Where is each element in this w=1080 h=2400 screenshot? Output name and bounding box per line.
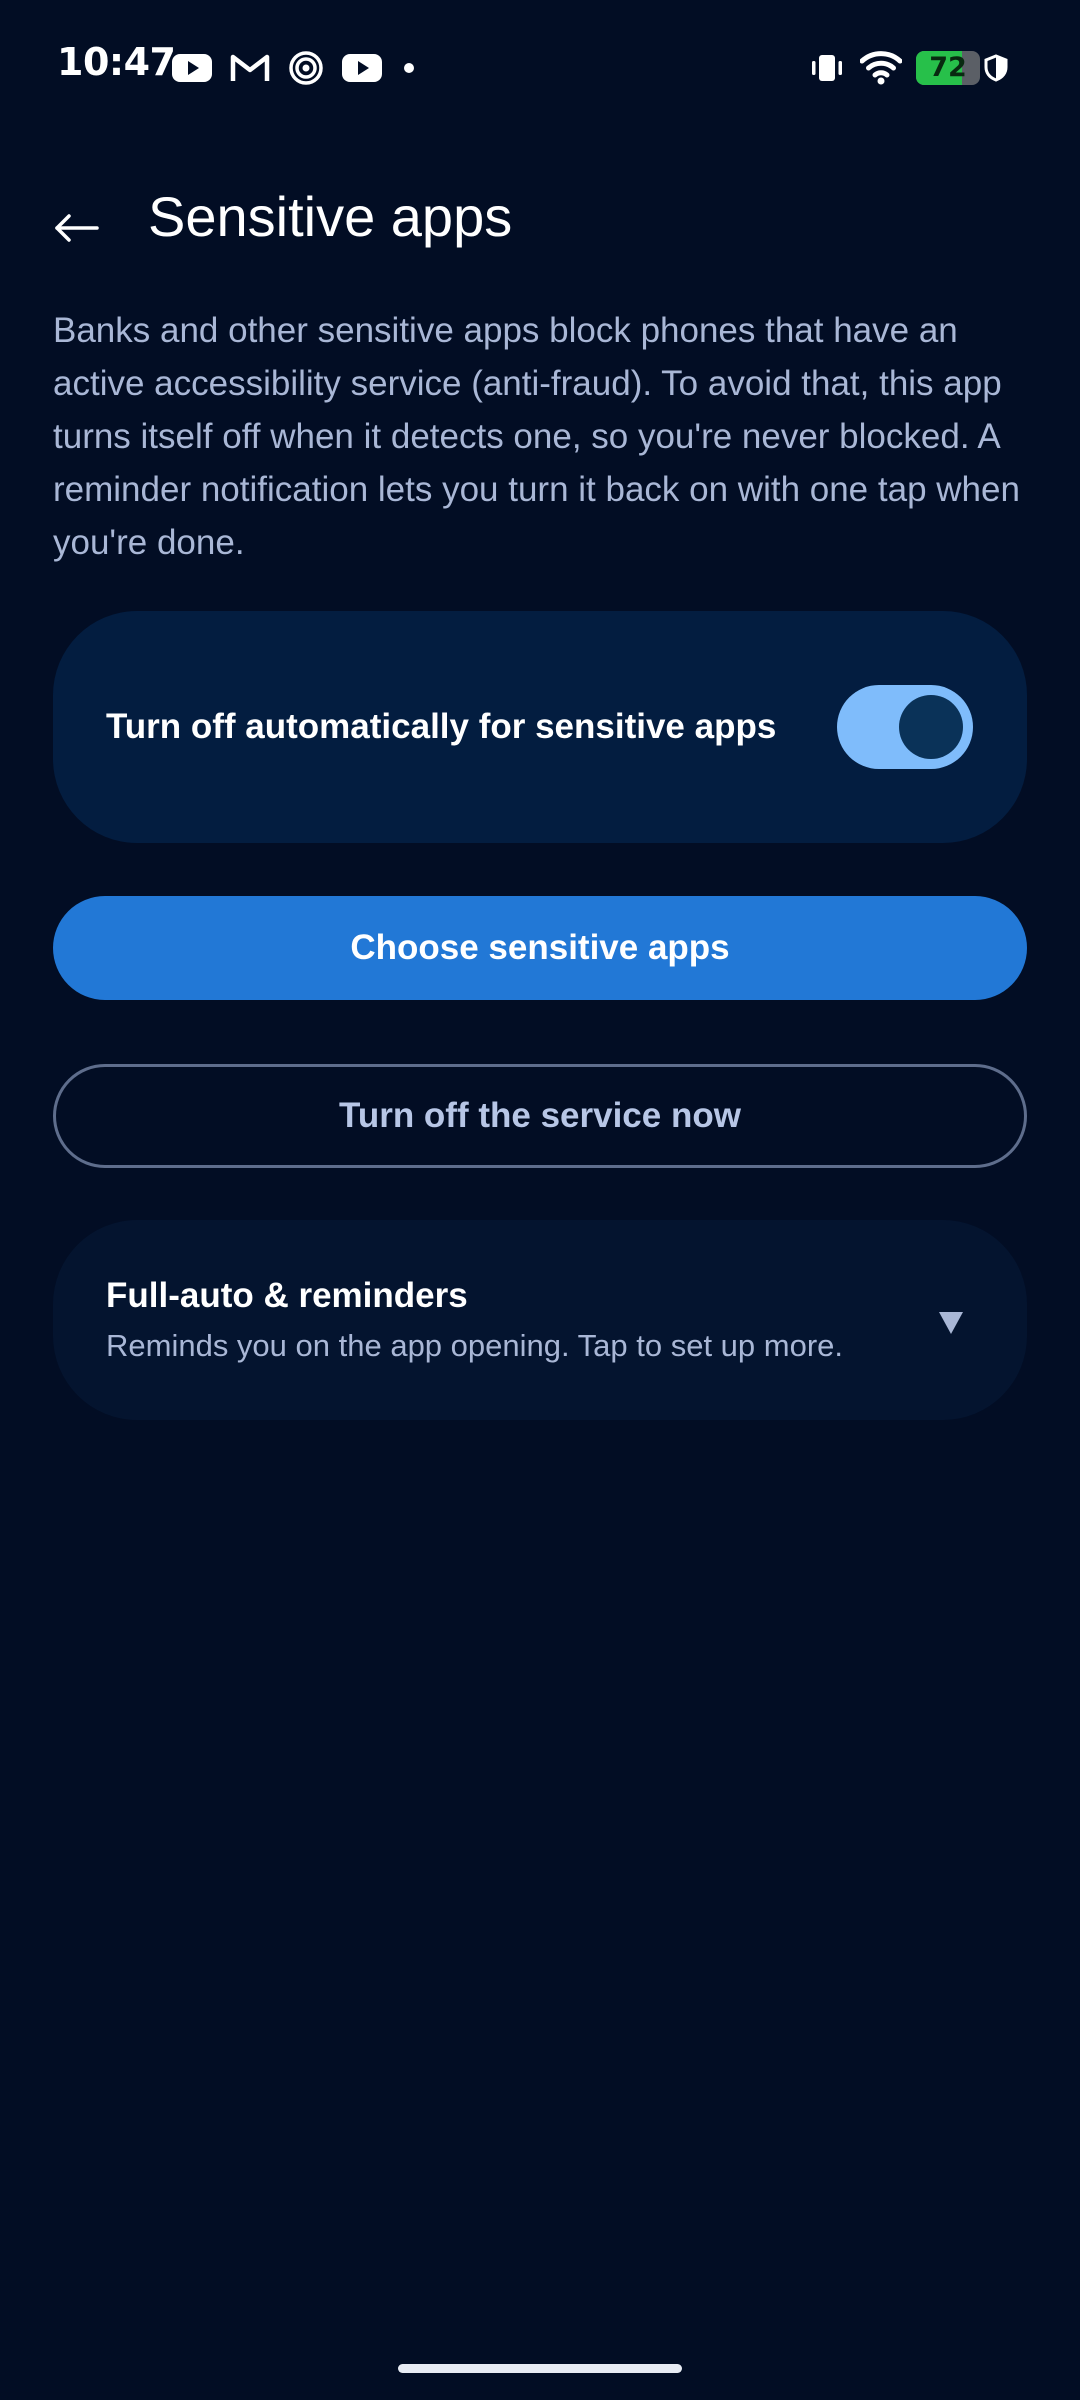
battery-level: 72 [929,52,967,83]
youtube-icon [342,54,382,82]
switch-thumb [899,695,963,759]
full-auto-reminders-card[interactable]: Full-auto & reminders Reminds you on the… [53,1220,1027,1420]
spiral-app-icon [289,51,323,85]
full-auto-reminders-subtitle: Reminds you on the app opening. Tap to s… [106,1328,844,1363]
status-time: 10:47 [57,40,176,84]
system-icons: 72 [810,48,1008,88]
page-title: Sensitive apps [148,185,513,248]
description-text: Banks and other sensitive apps block pho… [53,311,1020,562]
youtube-icon [172,54,212,82]
wifi-icon [860,51,902,85]
battery-icon: 72 [916,51,980,85]
turn-off-service-button[interactable]: Turn off the service now [53,1064,1027,1168]
triangle-down-icon [939,1312,963,1334]
back-button[interactable] [44,196,108,260]
gesture-navigation-bar[interactable] [398,2364,682,2373]
full-auto-reminders-title: Full-auto & reminders [106,1276,468,1315]
choose-sensitive-apps-button[interactable]: Choose sensitive apps [53,896,1027,1000]
vibrate-icon [812,55,842,81]
more-notifications-dot [404,63,414,73]
notification-icons [172,50,414,86]
status-bar: 10:47 72 [0,0,1080,136]
auto-off-toggle-card[interactable]: Turn off automatically for sensitive app… [53,611,1027,843]
auto-off-switch[interactable] [837,685,973,769]
shield-icon [984,54,1008,82]
arrow-left-icon [55,214,99,242]
auto-off-toggle-label: Turn off automatically for sensitive app… [106,707,777,746]
gmail-icon [230,54,270,81]
